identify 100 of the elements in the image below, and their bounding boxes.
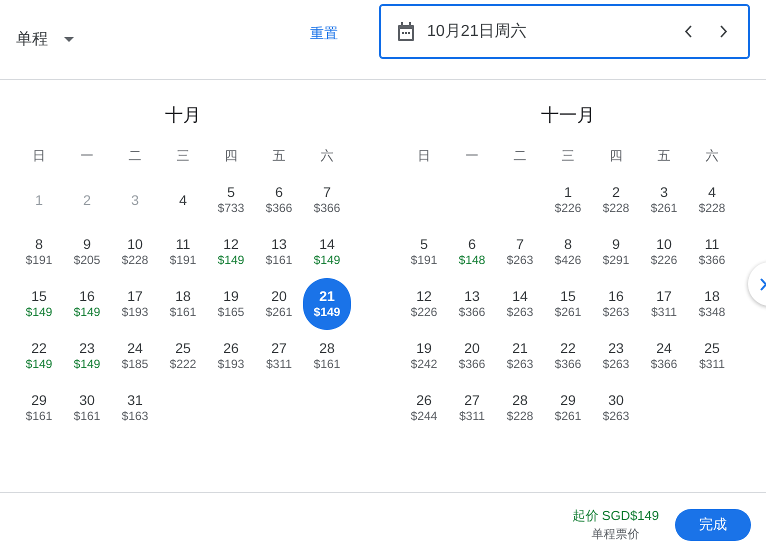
calendar-day[interactable]: 23 $149	[63, 330, 111, 382]
weekday-label: 四	[224, 147, 238, 166]
done-button[interactable]: 完成	[675, 508, 751, 540]
calendar-day[interactable]: 31 $163	[111, 382, 159, 434]
calendar-day[interactable]: 8 $426	[544, 226, 592, 278]
calendar-day[interactable]: 6 $366	[255, 174, 303, 226]
calendar-day[interactable]: 6 $148	[448, 226, 496, 278]
calendar-day[interactable]: 22 $366	[544, 330, 592, 382]
calendar-day[interactable]: 11 $366	[688, 226, 736, 278]
day-price: $348	[698, 304, 726, 320]
calendar-day[interactable]: 15 $261	[544, 278, 592, 330]
calendar-day[interactable]: 13 $161	[255, 226, 303, 278]
day-price: $193	[122, 304, 148, 320]
calendar-day[interactable]: 13 $366	[448, 278, 496, 330]
calendar-day[interactable]: 28 $228	[496, 382, 544, 434]
day-number: 11	[176, 236, 190, 252]
weekday-label: 三	[176, 147, 190, 166]
day-price: $165	[218, 304, 244, 320]
day-price: $148	[458, 252, 486, 268]
calendar-day[interactable]: 12 $226	[400, 278, 448, 330]
calendar-day[interactable]: 24 $366	[640, 330, 688, 382]
calendar-day[interactable]: 2 $228	[592, 174, 640, 226]
calendar-day[interactable]: 10 $226	[640, 226, 688, 278]
calendar-day[interactable]: 18 $161	[159, 278, 207, 330]
month-title: 十一月	[540, 104, 596, 127]
calendar-day[interactable]: 4 $228	[688, 174, 736, 226]
chevron-right-icon	[760, 278, 766, 290]
calendar-day[interactable]: 12 $149	[207, 226, 255, 278]
calendar-day[interactable]: 28 $161	[303, 330, 351, 382]
calendar-day[interactable]: 3 $261	[640, 174, 688, 226]
calendar-day[interactable]: 27 $311	[448, 382, 496, 434]
day-price: $291	[602, 252, 630, 268]
day-price: $366	[458, 356, 486, 372]
calendar-day[interactable]: 29 $261	[544, 382, 592, 434]
day-number: 21	[512, 340, 528, 356]
day-price: $366	[266, 200, 292, 216]
day-number: 27	[271, 340, 287, 356]
calendar-day[interactable]: 26 $244	[400, 382, 448, 434]
calendar-day[interactable]: 7 $366	[303, 174, 351, 226]
calendar-day[interactable]: 23 $263	[592, 330, 640, 382]
day-number: 15	[560, 288, 576, 304]
day-price: $261	[554, 408, 582, 424]
trip-type-dropdown[interactable]: 单程	[16, 28, 246, 52]
day-price: $242	[410, 356, 438, 372]
month-title: 十月	[164, 104, 202, 127]
calendar-day[interactable]: 21 $149	[303, 278, 351, 330]
calendar-day[interactable]: 22 $149	[15, 330, 63, 382]
day-number: 21	[319, 288, 335, 304]
calendar-day[interactable]: 25 $222	[159, 330, 207, 382]
calendar-day[interactable]: 20 $366	[448, 330, 496, 382]
day-number: 26	[223, 340, 239, 356]
day-price: $311	[651, 304, 677, 320]
calendar-day[interactable]: 19 $165	[207, 278, 255, 330]
calendar-day[interactable]: 9 $291	[592, 226, 640, 278]
calendar-day[interactable]: 19 $242	[400, 330, 448, 382]
calendar-day[interactable]: 18 $348	[688, 278, 736, 330]
day-number: 31	[127, 392, 143, 408]
calendar-day[interactable]: 14 $263	[496, 278, 544, 330]
day-price: $228	[602, 200, 630, 216]
calendar-day[interactable]: 17 $311	[640, 278, 688, 330]
calendar-day[interactable]: 8 $191	[15, 226, 63, 278]
calendar-day[interactable]: 14 $149	[303, 226, 351, 278]
calendar-day[interactable]: 26 $193	[207, 330, 255, 382]
calendar-day[interactable]: 29 $161	[15, 382, 63, 434]
calendar-day[interactable]: 1 $226	[544, 174, 592, 226]
calendar-day[interactable]: 10 $228	[111, 226, 159, 278]
day-price: $161	[26, 408, 52, 424]
calendar-day[interactable]: 5 $191	[400, 226, 448, 278]
calendar-day[interactable]: 30 $161	[63, 382, 111, 434]
calendar-day[interactable]: 27 $311	[255, 330, 303, 382]
day-price: $366	[698, 252, 726, 268]
calendar-day[interactable]: 21 $263	[496, 330, 544, 382]
day-price: $226	[410, 304, 438, 320]
calendar-day[interactable]: 5 $733	[207, 174, 255, 226]
calendar-day[interactable]: 17 $193	[111, 278, 159, 330]
calendar-day[interactable]: 4	[159, 174, 207, 226]
calendar-day[interactable]: 16 $263	[592, 278, 640, 330]
day-price: $228	[506, 408, 534, 424]
day-number: 8	[35, 236, 43, 252]
day-number: 7	[516, 236, 524, 252]
calendar-day[interactable]: 30 $263	[592, 382, 640, 434]
reset-link[interactable]: 重置	[310, 23, 338, 44]
date-field[interactable]: 10月21日周六	[379, 4, 750, 59]
calendar-day[interactable]: 20 $261	[255, 278, 303, 330]
day-price: $311	[266, 356, 292, 372]
day-price: $263	[506, 304, 534, 320]
calendar-day[interactable]: 7 $263	[496, 226, 544, 278]
day-number: 13	[271, 236, 287, 252]
day-price: $261	[266, 304, 292, 320]
calendar-day[interactable]: 11 $191	[159, 226, 207, 278]
calendar-day[interactable]: 16 $149	[63, 278, 111, 330]
calendar-day[interactable]: 24 $185	[111, 330, 159, 382]
day-number: 18	[704, 288, 720, 304]
calendar-day[interactable]: 9 $205	[63, 226, 111, 278]
day-price: $161	[266, 252, 292, 268]
day-number: 10	[656, 236, 672, 252]
calendar-day[interactable]: 15 $149	[15, 278, 63, 330]
day-price: $366	[314, 200, 340, 216]
calendar-day[interactable]: 25 $311	[688, 330, 736, 382]
day-number: 23	[79, 340, 95, 356]
